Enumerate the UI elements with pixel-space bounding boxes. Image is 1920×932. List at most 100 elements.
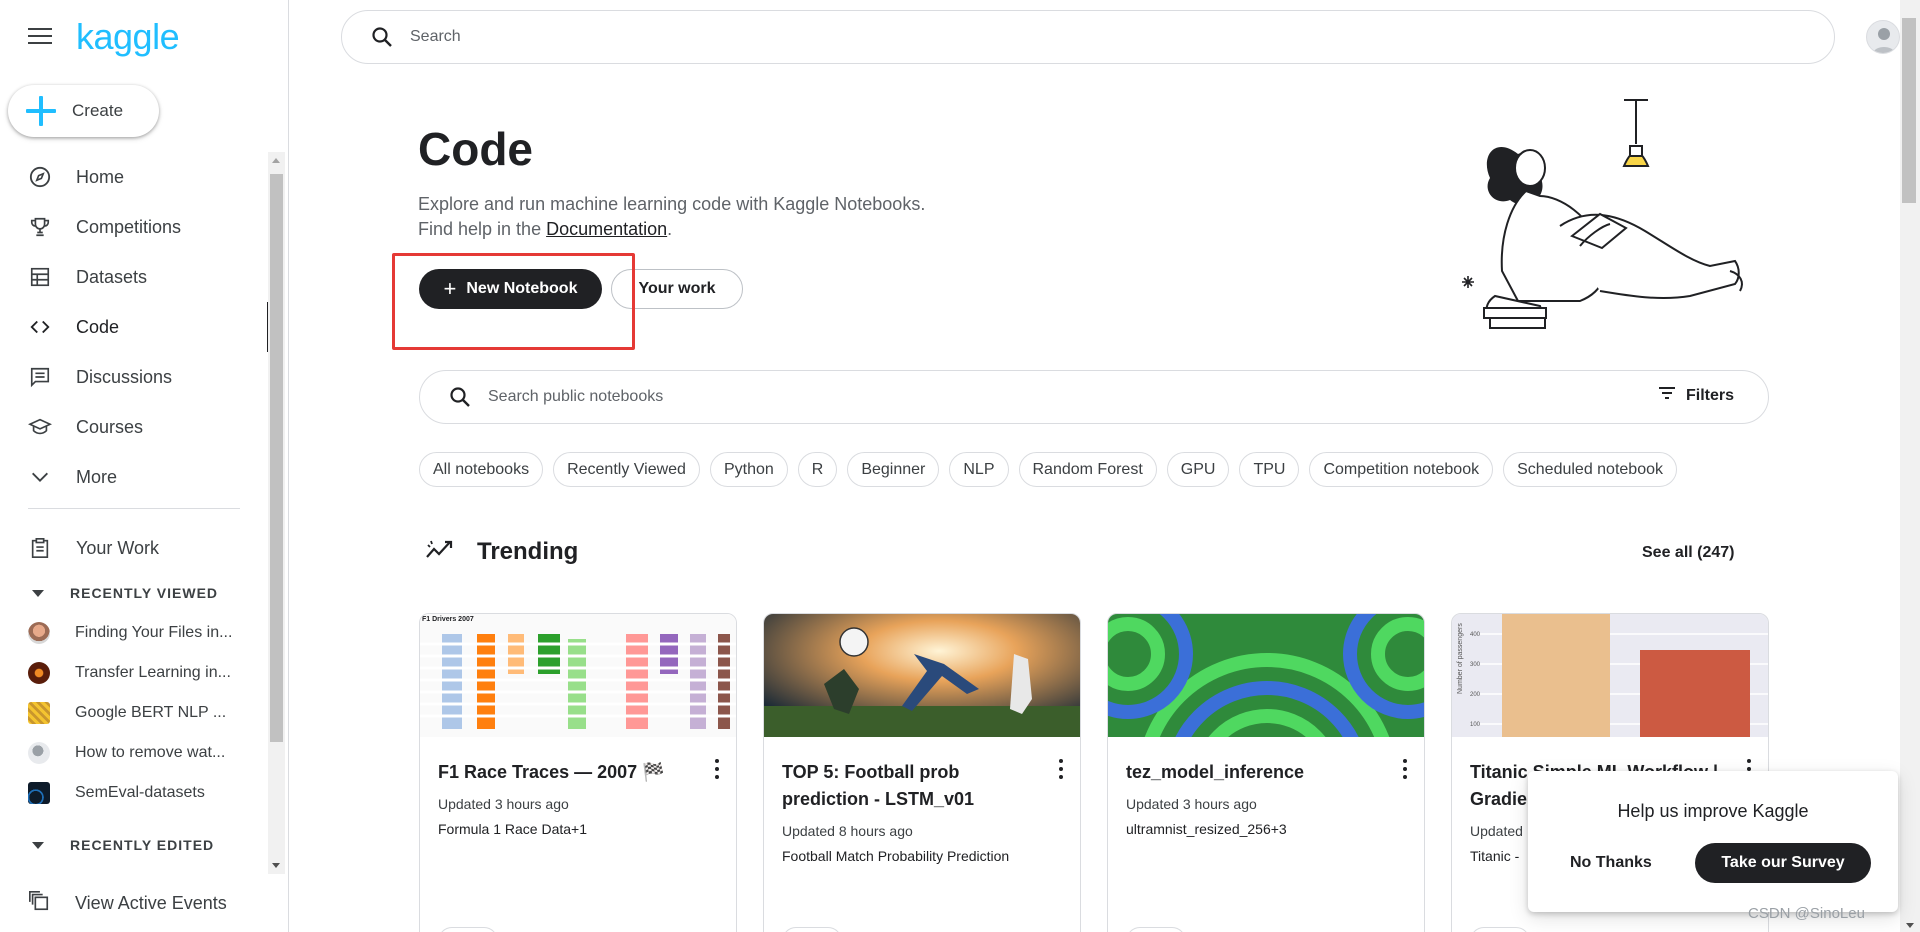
scroll-up-arrow-icon[interactable] (272, 158, 280, 163)
see-all-link[interactable]: See all (247) (1642, 544, 1735, 562)
recent-item-label: How to remove wat... (75, 744, 226, 761)
survey-question: Help us improve Kaggle (1617, 801, 1809, 821)
svg-text:Number of passengers: Number of passengers (1457, 623, 1464, 694)
chip-scheduled-notebook[interactable]: Scheduled notebook (1503, 452, 1677, 487)
section-label: RECENTLY EDITED (70, 837, 215, 853)
filters-button[interactable]: Filters (1658, 386, 1734, 405)
create-button[interactable]: Create (8, 85, 159, 137)
notebook-source[interactable]: Titanic - (1470, 848, 1519, 864)
no-thanks-button[interactable]: No Thanks (1570, 854, 1652, 872)
recent-item-label: Google BERT NLP ... (75, 704, 227, 721)
table-icon (28, 265, 52, 289)
notebook-card[interactable]: F1 Drivers 2007 F1 Race Traces — 2007 🏁 … (419, 613, 737, 932)
trending-icon (425, 537, 453, 566)
sidebar-item-datasets[interactable]: Datasets (0, 252, 270, 302)
chip-python[interactable]: Python (709, 452, 788, 487)
sidebar: kaggle Create Home Competitions Datasets (0, 0, 289, 932)
sidebar-item-courses[interactable]: Courses (0, 402, 270, 452)
notebook-source[interactable]: ultramnist_resized_256+3 (1126, 821, 1287, 837)
your-work-button[interactable]: Your work (611, 269, 743, 309)
chevron-down-icon (28, 465, 52, 489)
scrollbar-thumb[interactable] (1902, 18, 1916, 203)
recently-edited-header[interactable]: RECENTLY EDITED (0, 825, 270, 865)
take-survey-button[interactable]: Take our Survey (1695, 843, 1871, 883)
notebook-card[interactable]: TOP 5: Football prob prediction - LSTM_v… (763, 613, 1081, 932)
scroll-down-arrow-icon[interactable] (272, 863, 280, 868)
notebook-updated: Updated 8 hours ago (782, 823, 913, 839)
notebook-updated: Updated 3 hours ago (1126, 796, 1257, 812)
more-vert-icon[interactable] (714, 759, 720, 779)
recent-item[interactable]: Transfer Learning in... (0, 653, 270, 693)
global-search-input[interactable] (410, 28, 1710, 46)
view-active-events-button[interactable]: View Active Events (0, 880, 270, 926)
more-vert-icon[interactable] (1058, 759, 1064, 779)
notebook-cover-image (764, 614, 1080, 737)
notebook-thumbnail (28, 622, 50, 644)
recent-item[interactable]: notebookff46ee5fdc (0, 865, 270, 874)
vote-button[interactable] (438, 927, 498, 932)
new-notebook-label: New Notebook (466, 280, 578, 297)
notebook-search-bar[interactable]: Filters (419, 370, 1769, 424)
notebook-title[interactable]: tez_model_inference (1126, 759, 1381, 786)
sidebar-item-discussions[interactable]: Discussions (0, 352, 270, 402)
new-notebook-button[interactable]: + New Notebook (419, 269, 602, 309)
documentation-link[interactable]: Documentation (546, 219, 667, 239)
sidebar-item-competitions[interactable]: Competitions (0, 202, 270, 252)
vote-button[interactable] (1470, 927, 1530, 932)
chip-nlp[interactable]: NLP (949, 452, 1009, 487)
chip-r[interactable]: R (797, 452, 838, 487)
kaggle-logo[interactable]: kaggle (76, 16, 180, 58)
scrollbar-thumb[interactable] (270, 174, 283, 742)
user-avatar[interactable] (1866, 20, 1900, 54)
plus-icon (26, 96, 56, 126)
chip-gpu[interactable]: GPU (1166, 452, 1230, 487)
page-title: Code (418, 123, 533, 175)
subtitle-line: Explore and run machine learning code wi… (418, 194, 926, 214)
sidebar-item-code[interactable]: Code (0, 302, 270, 352)
notebook-source[interactable]: Formula 1 Race Data+1 (438, 821, 587, 837)
notebook-cover-image: Number of passengers 400 300 200 100 (1452, 614, 1768, 737)
chip-all-notebooks[interactable]: All notebooks (419, 452, 544, 487)
notebook-updated: Updated (1470, 823, 1523, 839)
recent-item[interactable]: Google BERT NLP ... (0, 693, 270, 733)
notebook-title[interactable]: F1 Race Traces — 2007 🏁 (438, 759, 693, 786)
vote-button[interactable] (1126, 927, 1186, 932)
notebook-card[interactable]: tez_model_inference Updated 3 hours ago … (1107, 613, 1425, 932)
recent-item[interactable]: SemEval-datasets (0, 773, 270, 813)
stacked-windows-icon (28, 890, 50, 917)
svg-text:200: 200 (1470, 692, 1481, 698)
sidebar-item-your-work[interactable]: Your Work (0, 523, 270, 573)
chip-recently-viewed[interactable]: Recently Viewed (553, 452, 700, 487)
chip-tpu[interactable]: TPU (1239, 452, 1300, 487)
search-icon (370, 25, 394, 49)
chip-competition-notebook[interactable]: Competition notebook (1309, 452, 1494, 487)
svg-text:100: 100 (1470, 722, 1481, 728)
subtitle-suffix: . (667, 219, 673, 239)
notebook-title[interactable]: TOP 5: Football prob prediction - LSTM_v… (782, 759, 1037, 813)
notebook-thumbnail (28, 702, 50, 724)
school-icon (28, 415, 52, 439)
sidebar-item-more[interactable]: More (0, 452, 270, 502)
more-vert-icon[interactable] (1402, 759, 1408, 779)
sidebar-item-label: Courses (76, 416, 144, 437)
recent-item[interactable]: How to remove wat... (0, 733, 270, 773)
notebook-search-input[interactable] (488, 388, 1588, 406)
subtitle-prefix: Find help in the (418, 219, 547, 239)
trending-title: Trending (477, 537, 579, 565)
notebook-source[interactable]: Football Match Probability Prediction (782, 848, 1009, 864)
discussion-icon (28, 365, 52, 389)
chip-random-forest[interactable]: Random Forest (1018, 452, 1157, 487)
sidebar-scrollbar[interactable] (268, 152, 285, 874)
recent-item[interactable]: Finding Your Files in... (0, 613, 270, 653)
sidebar-item-home[interactable]: Home (0, 152, 270, 202)
menu-icon[interactable] (28, 28, 52, 46)
recently-viewed-header[interactable]: RECENTLY VIEWED (0, 573, 270, 613)
page-scrollbar[interactable] (1900, 0, 1920, 932)
code-icon (28, 315, 52, 339)
chip-beginner[interactable]: Beginner (847, 452, 940, 487)
vote-button[interactable] (782, 927, 842, 932)
scroll-down-arrow-icon[interactable] (1906, 923, 1914, 928)
global-search-bar[interactable] (341, 10, 1835, 64)
collapse-triangle-icon (32, 841, 44, 849)
sidebar-item-label: Your Work (76, 537, 160, 558)
